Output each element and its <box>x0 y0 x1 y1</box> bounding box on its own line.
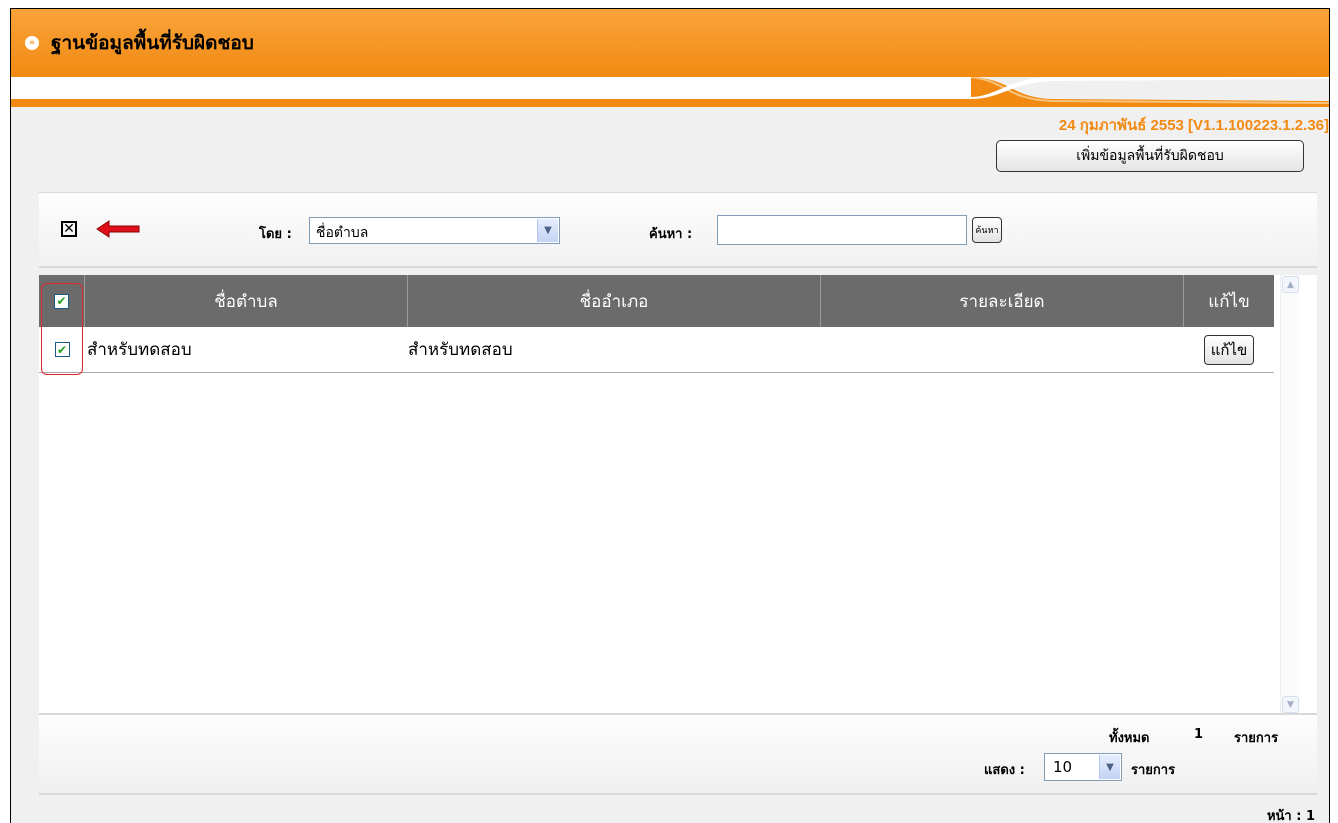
bullet-arrow-icon: » <box>25 36 39 50</box>
results-table: ✔ ชื่อตำบล ชื่ออำเภอ รายละเอียด แก้ไข ✔ … <box>39 275 1317 715</box>
cell-subdistrict: สำหรับทดสอบ <box>87 340 192 360</box>
header-curve-decoration <box>11 77 1329 107</box>
page-size-select[interactable]: 10 ▼ <box>1044 753 1122 781</box>
dropdown-arrow-icon[interactable]: ▼ <box>537 219 558 242</box>
edit-button[interactable]: แก้ไข <box>1204 334 1254 365</box>
search-button[interactable]: ค้นหา <box>972 217 1002 243</box>
version-text: 24 กุมภาพันธ์ 2553 [V1.1.100223.1.2.36] <box>1058 117 1329 134</box>
table-scrollbar[interactable]: ▲ ▼ <box>1280 275 1300 715</box>
table-footer: ทั้งหมด 1 รายการ แสดง : 10 ▼ รายการ <box>39 713 1317 795</box>
search-label: ค้นหา : <box>649 227 693 242</box>
app-frame: » ฐานข้อมูลพื้นที่รับผิดชอบ 24 กุมภาพันธ… <box>10 8 1330 823</box>
checkbox-highlight-annotation <box>41 283 83 375</box>
column-header-district[interactable]: ชื่ออำเภอ <box>408 275 821 327</box>
filter-toolbar: ✕ โดย : ชื่อตำบล ▼ ค้นหา : ค้นหา <box>39 192 1317 268</box>
add-area-button[interactable]: เพิ่มข้อมูลพื้นที่รับผิดชอบ <box>996 140 1304 172</box>
show-label: แสดง : <box>984 763 1025 778</box>
close-box-icon[interactable]: ✕ <box>61 221 77 237</box>
column-header-edit: แก้ไข <box>1208 291 1250 312</box>
show-unit: รายการ <box>1131 763 1176 778</box>
total-count: 1 <box>1194 727 1204 742</box>
cell-district: สำหรับทดสอบ <box>408 340 513 360</box>
red-arrow-icon <box>96 220 140 238</box>
filter-by-label: โดย : <box>259 227 292 242</box>
page-number: หน้า : 1 <box>1266 809 1315 823</box>
page-size-value: 10 <box>1053 758 1073 776</box>
total-label: ทั้งหมด <box>1109 731 1150 746</box>
filter-by-value: ชื่อตำบล <box>316 225 369 241</box>
scroll-down-icon[interactable]: ▼ <box>1282 696 1299 713</box>
table-row: ✔ สำหรับทดสอบ สำหรับทดสอบ แก้ไข <box>39 327 1274 373</box>
cell-detail <box>821 327 1184 372</box>
table-header: ✔ ชื่อตำบล ชื่ออำเภอ รายละเอียด แก้ไข <box>39 275 1274 327</box>
total-unit: รายการ <box>1234 731 1279 746</box>
cell-edit: แก้ไข <box>1184 327 1274 372</box>
search-input[interactable] <box>717 215 967 245</box>
page-title-text: ฐานข้อมูลพื้นที่รับผิดชอบ <box>51 32 254 54</box>
page-title: » ฐานข้อมูลพื้นที่รับผิดชอบ <box>25 31 254 55</box>
column-header-subdistrict[interactable]: ชื่อตำบล <box>85 275 408 327</box>
column-header-detail[interactable]: รายละเอียด <box>821 275 1184 327</box>
dropdown-arrow-icon[interactable]: ▼ <box>1099 755 1120 779</box>
page-header: » ฐานข้อมูลพื้นที่รับผิดชอบ <box>11 9 1329 77</box>
scroll-up-icon[interactable]: ▲ <box>1282 276 1299 293</box>
filter-by-select[interactable]: ชื่อตำบล ▼ <box>309 217 560 244</box>
